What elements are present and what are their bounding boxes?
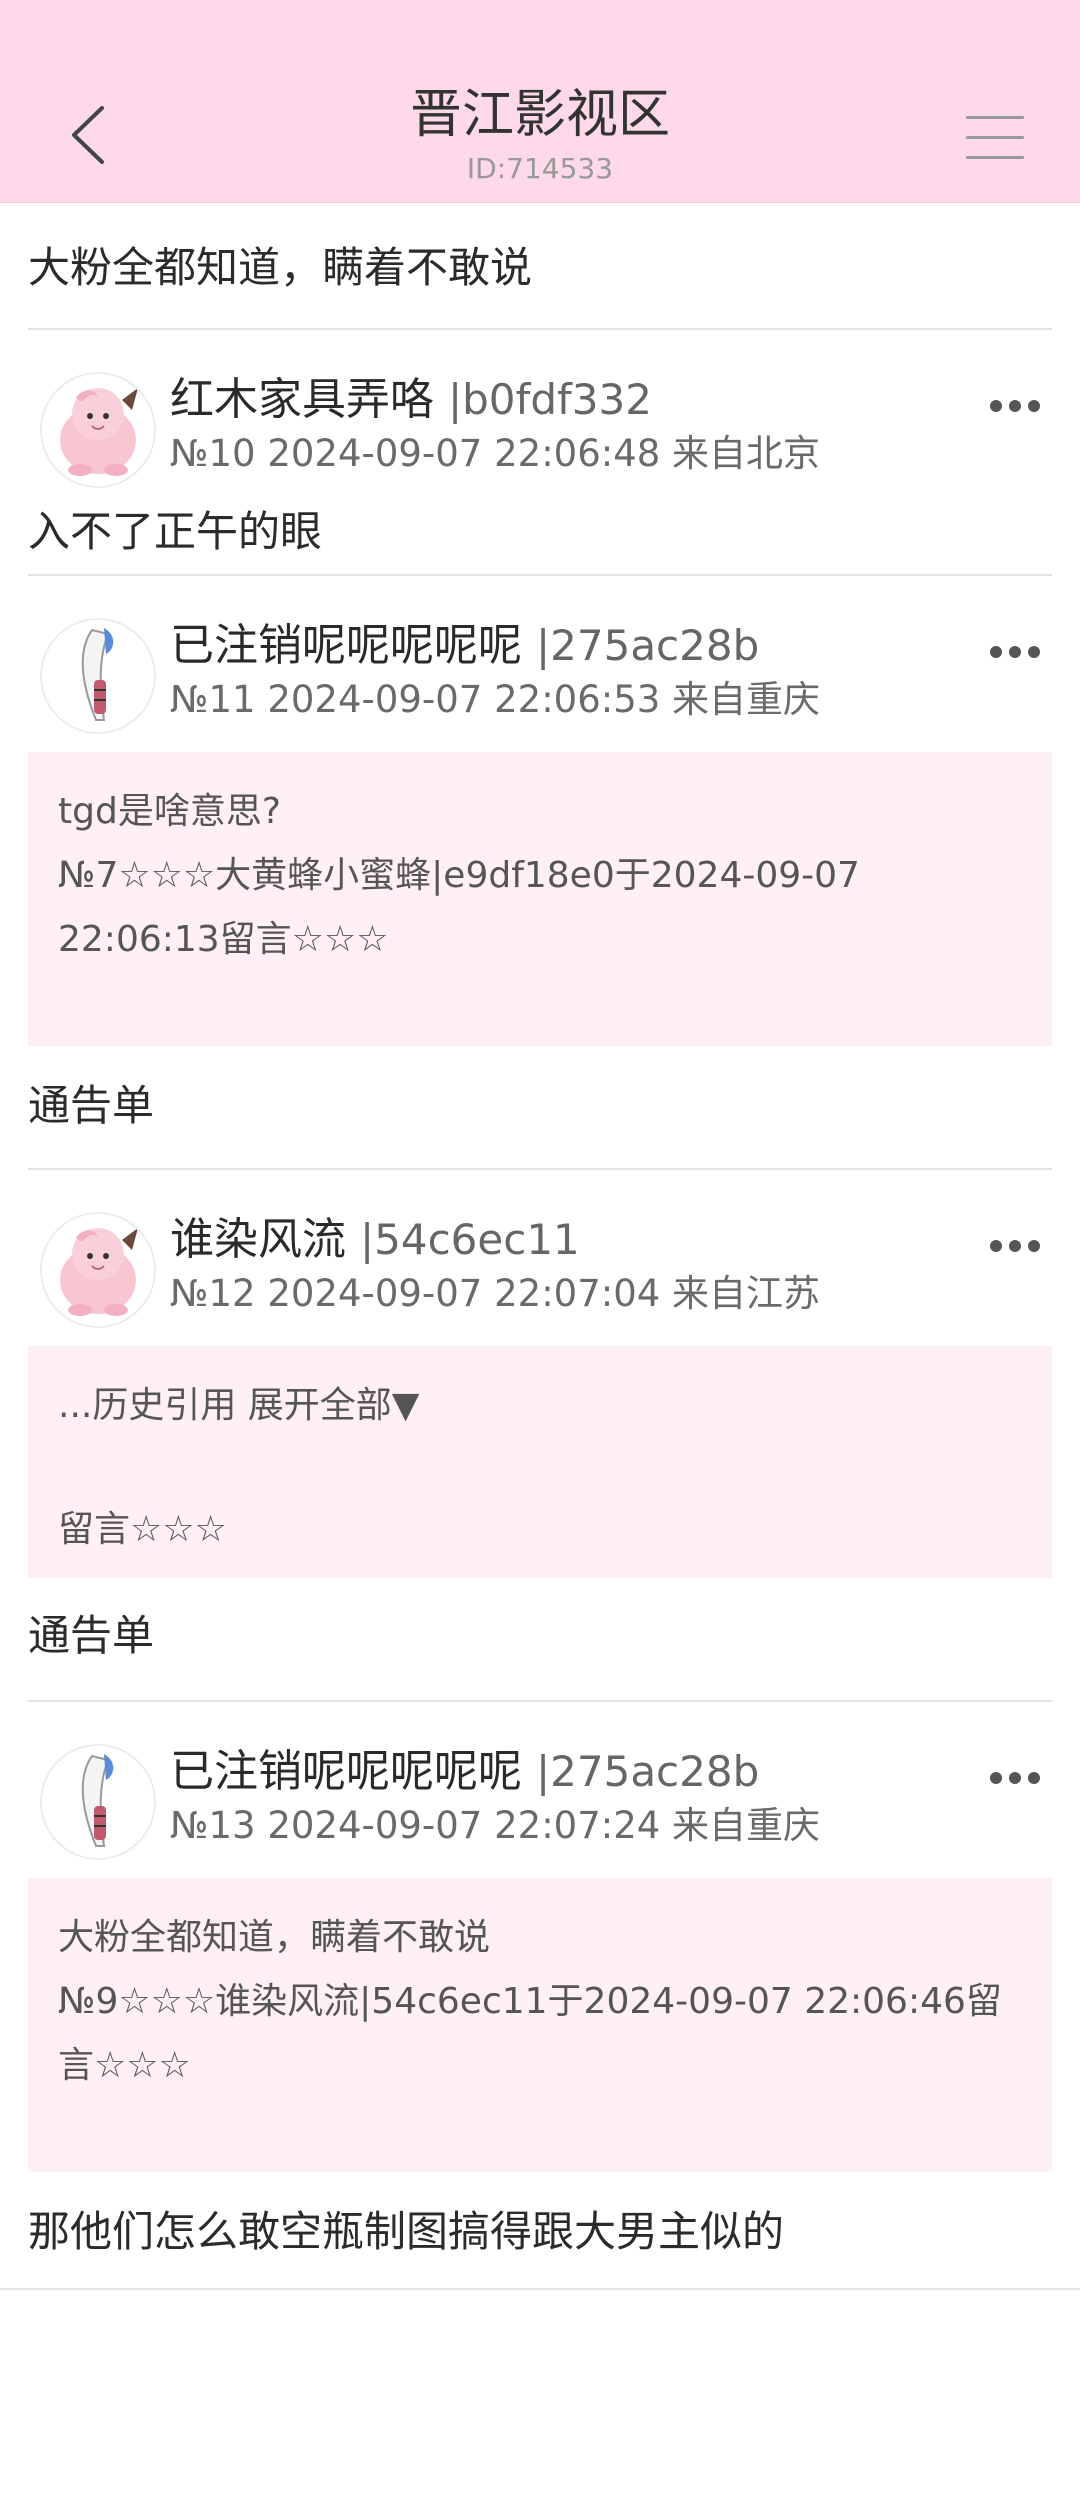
author-line: 已注销呢呢呢呢呢 |275ac28b <box>170 1744 759 1800</box>
quote-source: №9☆☆☆谁染风流|54c6ec11于2024-09-07 22:06:46留 <box>58 1981 1002 2022</box>
author-line: 谁染风流 |54c6ec11 <box>170 1212 580 1268</box>
post-meta: №11 2024-09-07 22:06:53 来自重庆 <box>170 678 821 721</box>
author-name[interactable]: 谁染风流 <box>170 1214 346 1265</box>
quote-source: №7☆☆☆大黄蜂小蜜蜂|e9df18e0于2024-09-07 <box>58 855 860 896</box>
board-id: ID:714533 <box>466 152 614 185</box>
author-name[interactable]: 红木家具弄咯 <box>170 374 434 425</box>
avatar[interactable] <box>40 1212 156 1328</box>
post-meta: №13 2024-09-07 22:07:24 来自重庆 <box>170 1804 821 1847</box>
feather-avatar-icon <box>81 628 114 721</box>
author-hash: |54c6ec11 <box>360 1215 580 1264</box>
quote-source: 言☆☆☆ <box>58 2045 191 2086</box>
post-header: 已注销呢呢呢呢呢 |275ac28b №11 2024-09-07 22:06:… <box>0 576 1080 752</box>
post-body: 入不了正午的眼 <box>28 507 323 556</box>
quoted-reply: tgd是啥意思? №7☆☆☆大黄蜂小蜜蜂|e9df18e0于2024-09-07… <box>28 752 1052 1046</box>
author-line: 红木家具弄咯 |b0fdf332 <box>170 372 652 428</box>
expand-history-link[interactable]: ...历史引用 展开全部▼ <box>58 1374 1022 1438</box>
post-header: 红木家具弄咯 |b0fdf332 №10 2024-09-07 22:06:48… <box>0 330 1080 490</box>
divider <box>0 2288 1080 2290</box>
avatar[interactable] <box>40 372 156 488</box>
quoted-reply: ...历史引用 展开全部▼ 留言☆☆☆ <box>28 1346 1052 1578</box>
post-body: 那他们怎么敢空瓶制图搞得跟大男主似的 <box>28 2207 785 2256</box>
menu-button[interactable] <box>966 110 1024 166</box>
author-line: 已注销呢呢呢呢呢 |275ac28b <box>170 618 759 674</box>
pink-creature-avatar-icon <box>60 1228 138 1316</box>
thread-content: 大粉全都知道，瞒着不敢说 红木家具弄咯 |b0fdf332 №10 2024-0… <box>0 204 1080 2290</box>
quote-source: 22:06:13留言☆☆☆ <box>58 919 389 960</box>
author-name[interactable]: 已注销呢呢呢呢呢 <box>170 1746 522 1797</box>
post-body: 通告单 <box>28 1081 155 1130</box>
post-header: 谁染风流 |54c6ec11 №12 2024-09-07 22:07:04 来… <box>0 1170 1080 1346</box>
quoted-reply: 大粉全都知道，瞒着不敢说 №9☆☆☆谁染风流|54c6ec11于2024-09-… <box>28 1878 1052 2172</box>
post-meta: №10 2024-09-07 22:06:48 来自北京 <box>170 432 821 475</box>
author-hash: |275ac28b <box>536 1747 760 1796</box>
avatar[interactable] <box>40 1744 156 1860</box>
author-name[interactable]: 已注销呢呢呢呢呢 <box>170 620 522 671</box>
post-meta: №12 2024-09-07 22:07:04 来自江苏 <box>170 1272 821 1315</box>
avatar[interactable] <box>40 618 156 734</box>
post-body: 通告单 <box>28 1611 155 1660</box>
post-header: 已注销呢呢呢呢呢 |275ac28b №13 2024-09-07 22:07:… <box>0 1702 1080 1878</box>
quote-text: 大粉全都知道，瞒着不敢说 <box>58 1917 491 1958</box>
pink-creature-avatar-icon <box>60 388 138 476</box>
more-options-button[interactable] <box>990 390 1040 420</box>
page-title: 晋江影视区 <box>409 85 670 145</box>
more-options-button[interactable] <box>990 636 1040 666</box>
more-options-button[interactable] <box>990 1762 1040 1792</box>
feather-avatar-icon <box>81 1754 114 1847</box>
post-body: 大粉全都知道，瞒着不敢说 <box>28 243 533 292</box>
quote-source: 留言☆☆☆ <box>58 1509 227 1550</box>
quote-text: tgd是啥意思? <box>58 791 281 832</box>
more-options-button[interactable] <box>990 1230 1040 1260</box>
top-bar: 晋江影视区 ID:714533 <box>0 0 1080 203</box>
author-hash: |275ac28b <box>536 621 760 670</box>
author-hash: |b0fdf332 <box>448 375 652 424</box>
